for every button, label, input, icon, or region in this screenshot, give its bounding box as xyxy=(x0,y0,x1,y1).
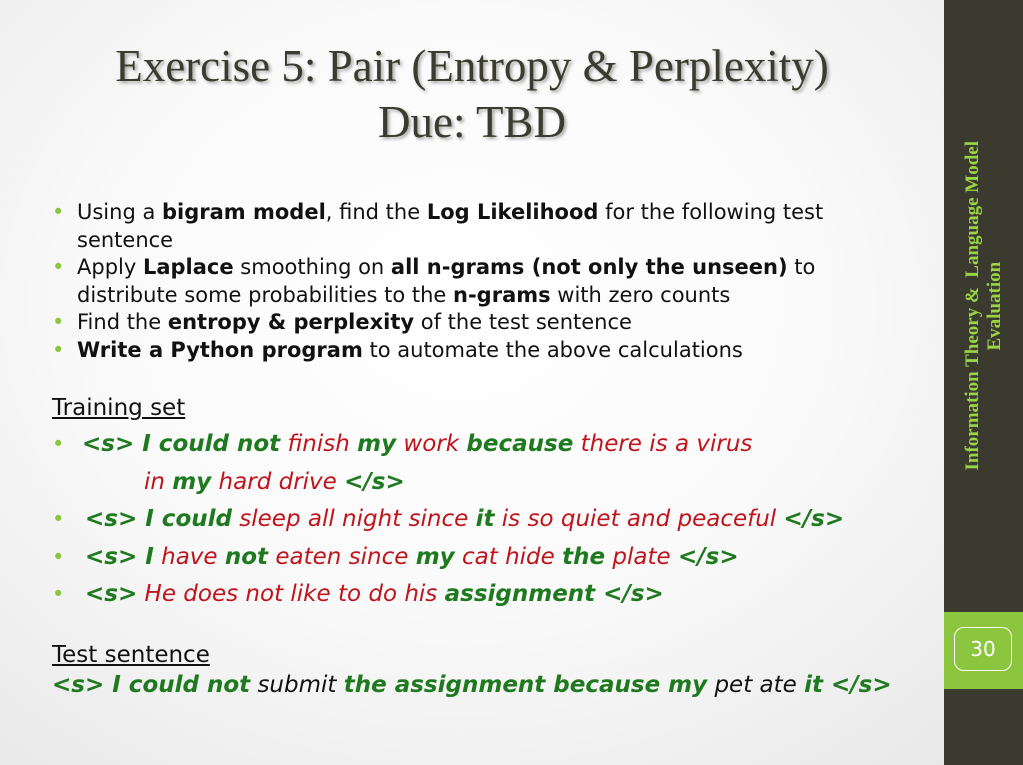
token-red: have xyxy=(153,543,225,570)
token-green: </s> xyxy=(783,506,845,532)
bullet-dot: • xyxy=(52,432,65,456)
slide: Exercise 5: Pair (Entropy & Perplexity) … xyxy=(0,0,944,765)
token-green: </s> xyxy=(344,468,405,495)
token-black: submit xyxy=(250,672,344,698)
token-green: my xyxy=(415,543,455,570)
token-red: there is a virus xyxy=(573,431,753,457)
text-run: with zero counts xyxy=(550,282,731,307)
token-red: cat hide xyxy=(454,543,563,570)
token-green: <s> I xyxy=(85,543,154,570)
token-green: my xyxy=(172,468,212,495)
bullet-dot: • xyxy=(52,582,65,606)
text-run-bold: entropy & perplexity xyxy=(167,310,415,334)
instruction-item: Find the entropy & perplexity of the tes… xyxy=(52,309,912,337)
token-green: assignment xyxy=(444,581,596,607)
text-run-bold: Laplace xyxy=(142,255,234,279)
token-green: <s> I could xyxy=(85,506,232,532)
text-run: Find the xyxy=(77,310,168,334)
text-run-bold: n-grams xyxy=(453,282,551,307)
token-green: the xyxy=(562,543,606,570)
sidebar-title-line2: Evaluation xyxy=(983,261,1005,351)
instruction-list: Using a bigram model, find the Log Likel… xyxy=(52,199,912,364)
token-green: <s> I could not xyxy=(82,431,281,457)
token-green: it xyxy=(804,672,823,698)
token-green: because xyxy=(466,431,574,457)
token-green: the assignment because my xyxy=(343,672,708,698)
text-run-bold: Log Likelihood xyxy=(426,200,599,224)
token-red: hard drive xyxy=(211,468,345,495)
test-sentence: <s> I could not submit the assignment be… xyxy=(52,670,892,700)
text-run: Using a xyxy=(77,200,163,224)
page-number: 30 xyxy=(954,627,1012,671)
text-run: of the test sentence xyxy=(414,310,632,334)
text-run-bold: Write a Python program xyxy=(77,337,363,362)
slide-title: Exercise 5: Pair (Entropy & Perplexity) … xyxy=(0,38,944,150)
instruction-item: Using a bigram model, find the Log Likel… xyxy=(52,199,912,254)
token-green: not xyxy=(224,543,269,570)
token-green: </s> xyxy=(677,543,739,570)
text-run: , find the xyxy=(325,200,427,224)
sidebar-title-line1: Information Theory & Language Model xyxy=(961,141,983,471)
training-set-heading: Training set xyxy=(52,395,186,421)
training-sentences: • <s> I could not finish my work because… xyxy=(52,426,912,614)
token-green: </s> xyxy=(823,672,892,698)
token-green: my xyxy=(357,431,397,457)
token-black: pet ate xyxy=(707,672,805,698)
training-sentence: • <s> I could not finish my work because… xyxy=(52,426,912,501)
token-green: </s> xyxy=(595,581,664,607)
text-run: to automate the above calculations xyxy=(362,337,743,362)
token-red: finish xyxy=(280,431,358,457)
token-green: <s> xyxy=(85,581,138,607)
token-red: work xyxy=(396,431,467,457)
text-run: smoothing on xyxy=(233,255,391,279)
instruction-item: Write a Python program to automate the a… xyxy=(52,337,912,365)
token-green: <s> I could not xyxy=(52,672,251,698)
training-sentence: • <s> I have not eaten since my cat hide… xyxy=(52,539,912,577)
training-sentence-continuation: in my hard drive </s> xyxy=(82,464,912,502)
bullet-dot: • xyxy=(52,544,65,569)
bullet-dot: • xyxy=(52,507,65,531)
token-red: sleep all night since xyxy=(231,506,476,532)
slide-title-line1: Exercise 5: Pair (Entropy & Perplexity) xyxy=(115,41,829,91)
token-red: He does not like to do his xyxy=(137,581,445,607)
text-run: Apply xyxy=(77,255,143,279)
token-green: it xyxy=(475,506,495,532)
token-red: is so quiet and peaceful xyxy=(494,506,784,532)
token-red: plate xyxy=(605,543,678,570)
text-run-bold: bigram model xyxy=(162,200,326,224)
training-sentence: • <s> I could sleep all night since it i… xyxy=(52,501,912,539)
page-number-box: 30 xyxy=(944,612,1023,689)
token-red: in xyxy=(144,468,173,495)
test-sentence-heading: Test sentence xyxy=(52,642,210,668)
instruction-item: Apply Laplace smoothing on all n-grams (… xyxy=(52,254,912,309)
slide-title-line2: Due: TBD xyxy=(378,97,566,147)
text-run-bold: all n-grams (not only the unseen) xyxy=(390,255,788,279)
training-sentence: • <s> He does not like to do his assignm… xyxy=(52,576,912,614)
token-red: eaten since xyxy=(268,543,416,570)
sidebar-title: Information Theory & Language Model Eval… xyxy=(944,0,1023,612)
